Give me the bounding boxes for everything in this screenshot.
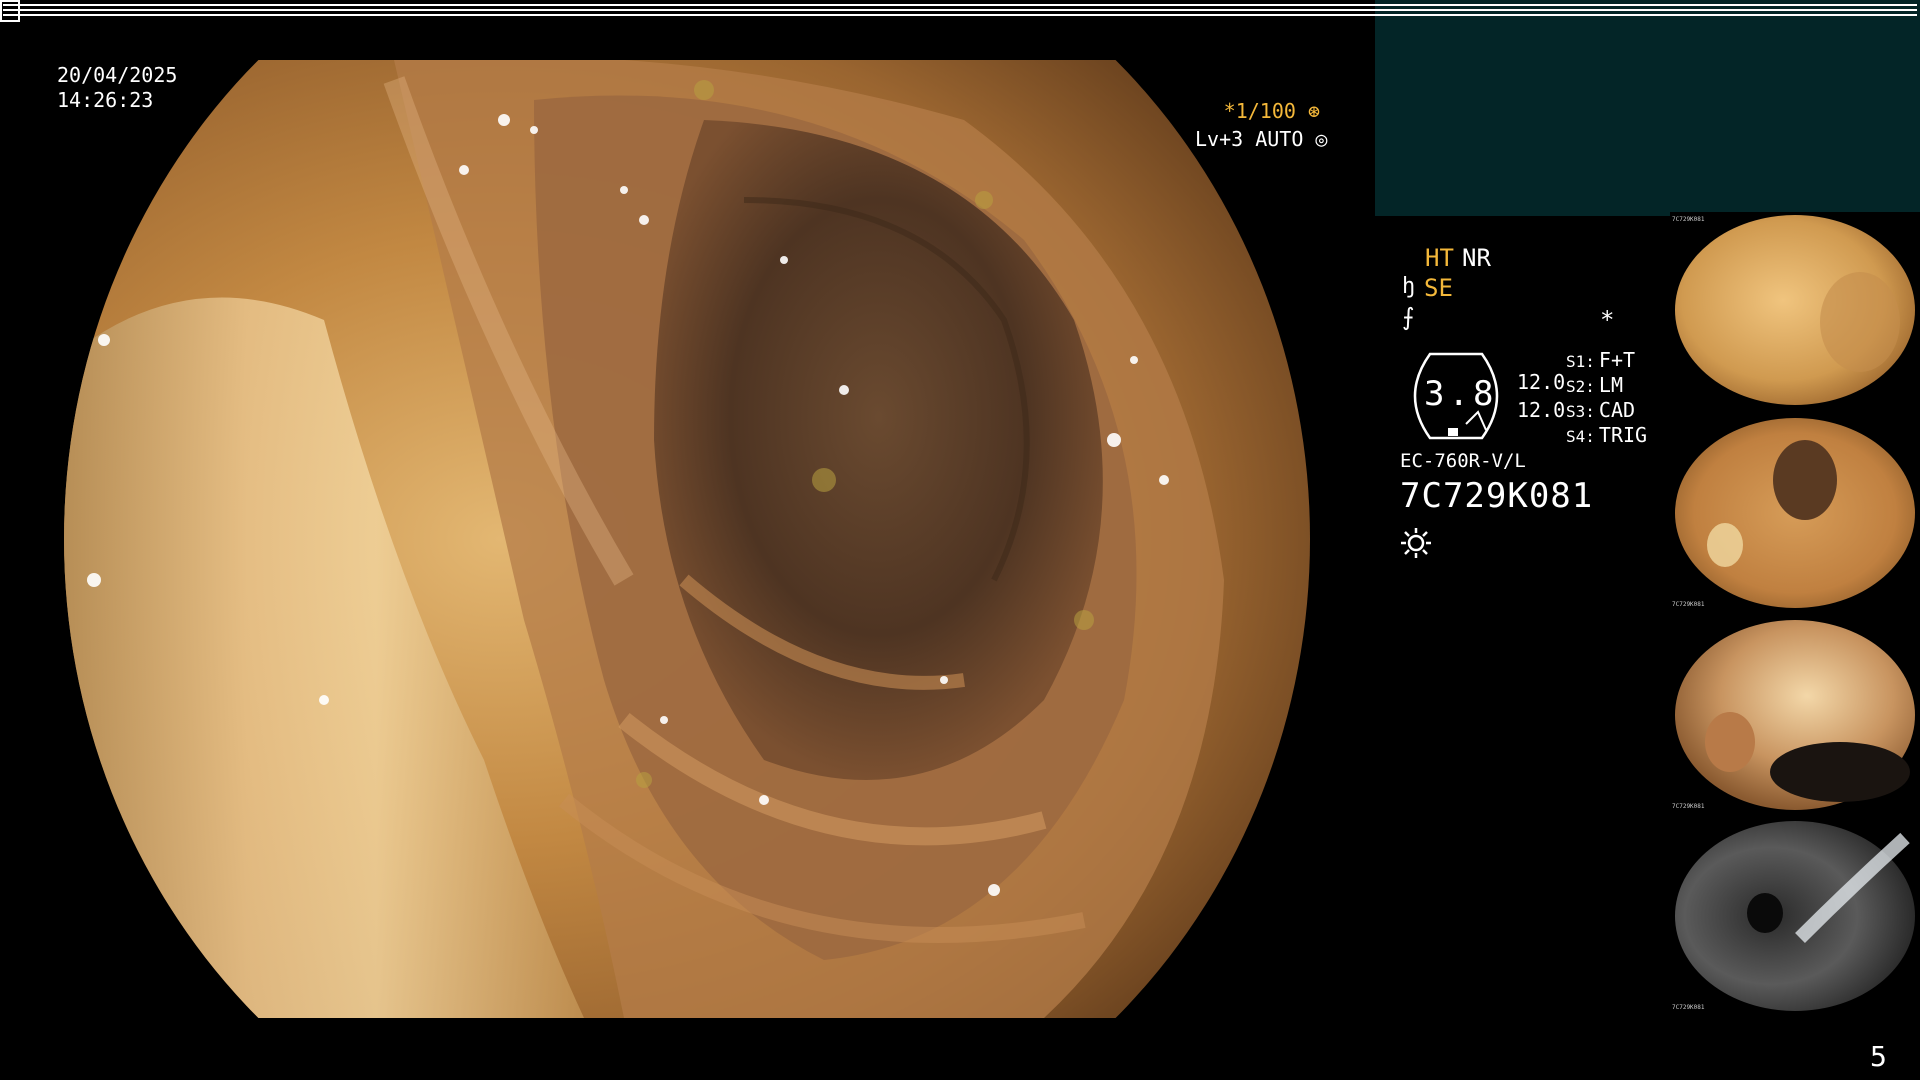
- thumbnail-image: [1675, 418, 1915, 608]
- brightness-level-readout: Lv+3 AUTO ◎: [1195, 127, 1327, 151]
- iris-icon: ◎: [1315, 127, 1328, 151]
- aperture-icon: ⊛: [1307, 99, 1320, 123]
- zoom-gauge-value: 3.8: [1424, 374, 1498, 414]
- slot-key: S1:: [1566, 352, 1595, 371]
- ht-indicator: HT: [1425, 244, 1454, 272]
- se-indicator: SE: [1424, 274, 1453, 302]
- slot-key: S3:: [1566, 402, 1595, 421]
- slot-value: CAD: [1598, 398, 1636, 422]
- slot-value: F+T: [1598, 348, 1636, 372]
- shutter-speed-readout: *1/100 ⊛: [1224, 99, 1320, 123]
- slot-3: S3: CAD: [1566, 398, 1635, 422]
- slot-key: S2:: [1566, 377, 1595, 396]
- structure-enhancement-icon: ꜧ: [1402, 274, 1416, 299]
- scope-serial: 7C729K081: [1400, 476, 1594, 516]
- memo-icon: [0, 0, 1917, 22]
- colon-lumen-image: [64, 60, 1310, 1018]
- thumbnail-label: 7C729K081: [1672, 601, 1705, 608]
- star-indicator: *: [1600, 306, 1615, 334]
- gauge-upper-value: 12.0: [1517, 370, 1566, 394]
- slot-value: TRIG: [1598, 423, 1648, 447]
- exam-date: 20/04/2025: [57, 63, 178, 87]
- thumbnail-image: [1675, 821, 1915, 1011]
- slot-key: S4:: [1566, 427, 1595, 446]
- light-source-icon: [1401, 528, 1431, 558]
- function-icon: ⨍: [1402, 303, 1415, 331]
- thumbnail-label: 7C729K081: [1672, 216, 1705, 223]
- nr-indicator: NR: [1462, 244, 1491, 272]
- slot-value: LM: [1598, 373, 1623, 397]
- thumbnail-label: 7C729K081: [1672, 803, 1705, 810]
- endoscope-main-view: [64, 60, 1310, 1018]
- slot-1: S1: F+T: [1566, 348, 1635, 372]
- exam-time: 14:26:23: [57, 88, 154, 112]
- thumbnail-image: [1675, 215, 1915, 405]
- capture-thumbnail-2[interactable]: 7C729K081: [1670, 415, 1920, 611]
- capture-thumbnail-4[interactable]: 7C729K081: [1670, 818, 1920, 1014]
- gauge-lower-value: 12.0: [1517, 398, 1566, 422]
- thumbnail-label: 7C729K081: [1672, 1004, 1705, 1011]
- capture-thumbnail-3[interactable]: 7C729K081: [1670, 617, 1920, 813]
- brightness-level-value: Lv+3 AUTO: [1195, 127, 1304, 151]
- capture-thumbnail-1[interactable]: 7C729K081: [1670, 212, 1920, 408]
- scope-model: EC-760R-V/L: [1400, 450, 1526, 472]
- info-panel-header: [1375, 0, 1920, 216]
- slot-4: S4: TRIG: [1566, 423, 1647, 447]
- page-number: 5: [1870, 1040, 1887, 1073]
- slot-2: S2: LM: [1566, 373, 1623, 397]
- shutter-speed-value: *1/100: [1223, 99, 1296, 123]
- thumbnail-image: [1675, 620, 1915, 810]
